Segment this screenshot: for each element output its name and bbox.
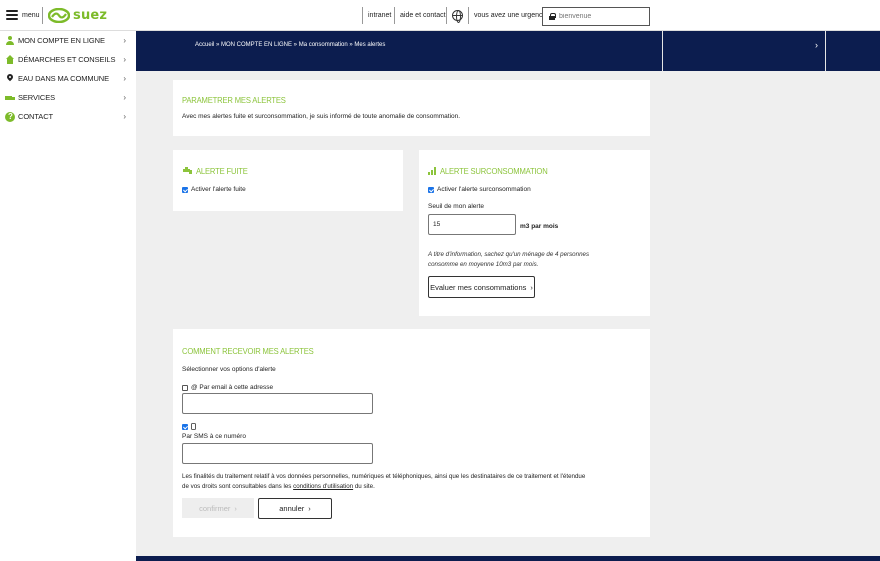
hamburger-icon <box>6 10 18 20</box>
info-line-2: consomme en moyenne 10m3 par mois. <box>428 261 539 268</box>
chevron-right-icon: › <box>123 93 126 102</box>
cancel-button[interactable]: annuler › <box>258 498 332 519</box>
help-icon <box>5 111 15 122</box>
sidebar-item-label: SERVICES <box>18 93 55 102</box>
sidebar-item-contact[interactable]: CONTACT › <box>0 107 136 126</box>
sidebar-item-services[interactable]: SERVICES › <box>0 88 136 107</box>
user-icon <box>5 35 15 46</box>
faucet-icon <box>183 167 192 174</box>
sidebar: MON COMPTE EN LIGNE › DÉMARCHES ET CONSE… <box>0 31 136 561</box>
sidebar-item-commune[interactable]: EAU DANS MA COMMUNE › <box>0 69 136 88</box>
suez-logo[interactable]: suez <box>48 8 107 23</box>
threshold-unit: m3 par mois <box>520 223 559 230</box>
receive-title: COMMENT RECEVOIR MES ALERTES <box>182 346 314 356</box>
divider <box>394 7 395 24</box>
top-bar: menu suez intranet aide et contact vous … <box>0 0 880 31</box>
footer-band <box>136 556 880 561</box>
logo-text: suez <box>73 8 108 23</box>
chevron-right-icon: › <box>308 504 311 513</box>
chevron-right-icon: › <box>234 503 237 513</box>
legal-line-1: Les finalités du traitement relatif à vo… <box>182 473 586 480</box>
sms-checkbox[interactable] <box>182 423 188 430</box>
help-contact-link[interactable]: aide et contact <box>400 12 446 19</box>
intro-card: PARAMETRER MES ALERTES Avec mes alertes … <box>173 80 650 136</box>
chevron-right-icon: › <box>123 112 126 121</box>
evaluate-button-label: Evaluer mes consommations <box>430 282 527 292</box>
conditions-link[interactable]: conditions d'utilisation <box>293 483 353 490</box>
lock-icon <box>549 13 556 20</box>
cancel-button-label: annuler <box>279 504 305 513</box>
sms-label: Par SMS à ce numéro <box>182 433 246 440</box>
intro-text: Avec mes alertes fuite et surconsommatio… <box>182 113 461 120</box>
email-checkbox-row[interactable]: @ Par email à cette adresse <box>182 384 273 391</box>
divider <box>446 7 447 24</box>
suez-logo-icon <box>48 8 70 23</box>
divider <box>825 31 826 71</box>
email-label: @ Par email à cette adresse <box>191 384 274 391</box>
sms-input[interactable] <box>182 443 373 464</box>
chevron-right-icon: › <box>530 282 533 292</box>
pin-icon <box>5 74 15 84</box>
urgence-link[interactable]: vous avez une urgence ? <box>474 12 552 19</box>
divider <box>362 7 363 24</box>
sidebar-item-demarches[interactable]: DÉMARCHES ET CONSEILS › <box>0 50 136 69</box>
fuite-checkbox-row[interactable]: Activer l'alerte fuite <box>182 186 246 193</box>
threshold-label: Seuil de mon alerte <box>428 203 485 210</box>
receive-card: COMMENT RECEVOIR MES ALERTES Sélectionne… <box>173 329 650 537</box>
confirm-button-label: confirmer <box>199 503 231 513</box>
house-icon <box>5 54 15 65</box>
menu-button[interactable]: menu <box>6 10 40 20</box>
sidebar-item-label: EAU DANS MA COMMUNE <box>18 74 110 83</box>
legal-line-2: de vos droits sont consultables dans les… <box>182 483 375 490</box>
sidebar-item-label: DÉMARCHES ET CONSEILS <box>18 55 116 64</box>
sms-checkbox-row[interactable] <box>182 423 196 430</box>
surconso-checkbox-row[interactable]: Activer l'alerte surconsommation <box>428 186 531 193</box>
phone-icon <box>191 423 196 430</box>
sidebar-item-compte[interactable]: MON COMPTE EN LIGNE › <box>0 31 136 50</box>
chevron-right-icon: › <box>123 55 126 64</box>
globe-icon[interactable] <box>452 10 463 23</box>
intro-title: PARAMETRER MES ALERTES <box>182 95 286 105</box>
info-line-1: A titre d'information, sachez qu'un ména… <box>428 251 590 258</box>
divider <box>42 7 43 24</box>
divider <box>468 7 469 24</box>
welcome-box[interactable] <box>542 7 650 26</box>
menu-label: menu <box>22 11 40 19</box>
sidebar-item-label: CONTACT <box>18 112 53 121</box>
divider <box>662 31 663 71</box>
threshold-input[interactable]: 15 <box>428 214 516 235</box>
chevron-right-icon: › <box>123 74 126 83</box>
bar-chart-icon <box>428 167 436 175</box>
evaluate-button[interactable]: Evaluer mes consommations › <box>428 276 535 298</box>
confirm-button[interactable]: confirmer › <box>182 498 254 518</box>
surconso-checkbox-label: Activer l'alerte surconsommation <box>437 186 531 193</box>
welcome-input[interactable] <box>559 13 643 20</box>
intranet-link[interactable]: intranet <box>368 12 391 19</box>
email-input[interactable] <box>182 393 373 414</box>
fuite-checkbox[interactable] <box>182 186 188 193</box>
sidebar-item-label: MON COMPTE EN LIGNE <box>18 36 105 45</box>
fuite-card: ALERTE FUITE Activer l'alerte fuite <box>173 150 403 211</box>
legal-text: du site. <box>354 483 375 490</box>
fuite-checkbox-label: Activer l'alerte fuite <box>191 186 246 193</box>
receive-subtitle: Sélectionner vos options d'alerte <box>182 366 276 373</box>
chevron-right-icon: › <box>123 36 126 45</box>
chevron-right-icon[interactable]: › <box>815 40 818 50</box>
legal-text: de vos droits sont consultables dans les <box>182 483 292 490</box>
email-checkbox[interactable] <box>182 384 188 391</box>
breadcrumb: Accueil » MON COMPTE EN LIGNE » Ma conso… <box>195 42 386 48</box>
fuite-title: ALERTE FUITE <box>196 166 248 176</box>
surconso-card: ALERTE SURCONSOMMATION Activer l'alerte … <box>419 150 650 316</box>
surconso-checkbox[interactable] <box>428 186 434 193</box>
truck-icon <box>5 93 15 103</box>
surconso-title: ALERTE SURCONSOMMATION <box>440 166 548 176</box>
nav-banner <box>136 31 880 71</box>
